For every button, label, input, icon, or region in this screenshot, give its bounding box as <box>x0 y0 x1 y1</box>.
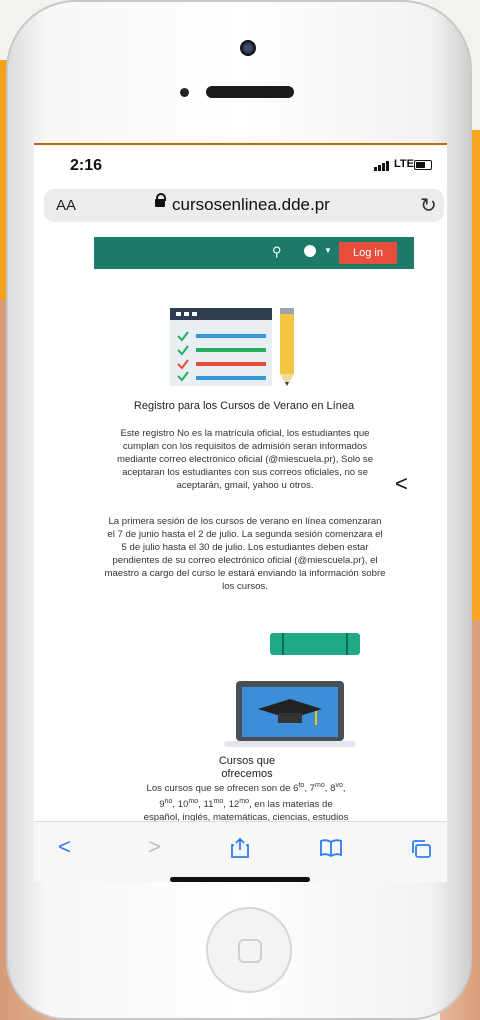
home-indicator <box>170 877 310 882</box>
course-grade: 11mo <box>203 798 224 811</box>
status-bar: 2:16 LTE <box>34 145 447 187</box>
url-text[interactable]: cursosenlinea.dde.pr <box>172 195 330 215</box>
phone-screen: 2:16 LTE AA cursosenlinea.dde.pr ↻ ⚲ ▼ L… <box>34 143 447 882</box>
courses-prefix: Los cursos que se ofrecen son de 6 <box>146 783 299 795</box>
course-grade: 12mo <box>228 798 249 811</box>
courses-suffix: , en las materias de <box>248 799 333 811</box>
tabs-icon[interactable] <box>410 839 432 859</box>
earpiece-speaker <box>206 86 294 98</box>
address-bar[interactable]: AA cursosenlinea.dde.pr ↻ <box>44 189 444 222</box>
back-icon[interactable]: < <box>58 834 71 860</box>
course-grade: 9no <box>159 798 173 811</box>
course-grade: 7mo <box>309 782 325 795</box>
registration-paragraph-1: Este registro No es la matrícula oficial… <box>116 428 374 491</box>
front-camera <box>240 40 256 56</box>
green-action-button[interactable] <box>270 633 360 655</box>
checklist-illustration <box>170 308 294 386</box>
laptop-graduation-illustration <box>224 681 356 747</box>
forward-icon[interactable]: > <box>148 834 161 860</box>
share-icon[interactable] <box>230 837 250 859</box>
home-button[interactable] <box>206 907 292 993</box>
browser-toolbar: < > <box>34 821 447 882</box>
login-button[interactable]: Log in <box>339 242 397 264</box>
registration-title: Registro para los Cursos de Verano en Lí… <box>133 400 355 412</box>
course-grade: 10mo <box>177 798 199 811</box>
courses-suffix: , <box>342 783 346 795</box>
courses-paragraph: Los cursos que se ofrecen son de 6to, 7m… <box>108 779 384 824</box>
battery-icon <box>414 160 432 170</box>
signal-icon <box>374 161 389 171</box>
book-icon[interactable] <box>319 839 343 857</box>
search-icon[interactable]: ⚲ <box>272 244 282 260</box>
chevron-down-icon[interactable]: ▼ <box>324 246 332 255</box>
reload-icon[interactable]: ↻ <box>420 193 437 218</box>
network-label: LTE <box>394 158 414 170</box>
course-grade: 8vo <box>330 782 343 795</box>
chevron-left-icon[interactable]: < <box>395 471 408 497</box>
site-navbar: ⚲ ▼ Log in <box>94 237 414 269</box>
home-square-icon <box>238 939 262 963</box>
course-grade: to <box>298 782 305 789</box>
courses-line-2: 9no, 10mo, 11mo, 12mo, en las materias d… <box>159 798 333 811</box>
courses-title: Cursos que ofrecemos <box>218 755 276 780</box>
status-time: 2:16 <box>70 157 103 174</box>
text-size-button[interactable]: AA <box>56 197 76 214</box>
lock-icon <box>155 193 166 207</box>
globe-icon[interactable] <box>304 245 316 257</box>
proximity-sensor <box>180 88 189 97</box>
registration-paragraph-2: La primera sesión de los cursos de veran… <box>104 516 386 592</box>
courses-line-1: Los cursos que se ofrecen son de 6to, 7m… <box>146 782 346 795</box>
